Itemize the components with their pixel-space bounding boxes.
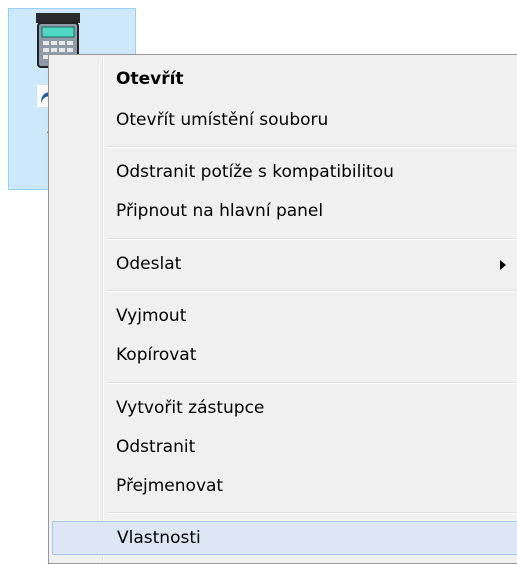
menu-item-pin-to-taskbar[interactable]: Připnout na hlavní panel bbox=[52, 195, 517, 229]
menu-item-label: Kopírovat bbox=[116, 345, 197, 365]
menu-item-label: Odstranit potíže s kompatibilitou bbox=[116, 162, 394, 182]
menu-item-open-file-location[interactable]: Otevřít umístění souboru bbox=[52, 104, 517, 138]
menu-item-label: Odeslat bbox=[116, 254, 182, 274]
menu-item-cut[interactable]: Vyjmout bbox=[52, 300, 517, 334]
menu-item-label: Vytvořit zástupce bbox=[116, 398, 265, 418]
menu-item-label: Vlastnosti bbox=[117, 528, 201, 548]
menu-separator bbox=[107, 382, 517, 384]
menu-item-properties[interactable]: Vlastnosti bbox=[52, 521, 517, 555]
menu-separator bbox=[107, 512, 517, 514]
menu-item-rename[interactable]: Přejmenovat bbox=[52, 470, 517, 504]
menu-item-label: Otevřít umístění souboru bbox=[116, 110, 329, 130]
menu-item-label: Přejmenovat bbox=[116, 476, 224, 496]
menu-item-label: Vyjmout bbox=[116, 306, 187, 326]
menu-item-troubleshoot-compatibility[interactable]: Odstranit potíže s kompatibilitou bbox=[52, 156, 517, 190]
context-menu: Otevřít Otevřít umístění souboru Odstran… bbox=[48, 54, 517, 564]
menu-item-label: Otevřít bbox=[116, 69, 184, 89]
menu-separator bbox=[107, 146, 517, 148]
submenu-arrow-icon bbox=[500, 260, 506, 270]
menu-item-open[interactable]: Otevřít bbox=[52, 63, 517, 97]
menu-item-delete[interactable]: Odstranit bbox=[52, 431, 517, 465]
menu-separator bbox=[107, 238, 517, 240]
menu-item-copy[interactable]: Kopírovat bbox=[52, 339, 517, 373]
menu-item-label: Připnout na hlavní panel bbox=[116, 201, 324, 221]
menu-item-send-to[interactable]: Odeslat bbox=[52, 248, 517, 282]
menu-separator bbox=[107, 290, 517, 292]
menu-item-create-shortcut[interactable]: Vytvořit zástupce bbox=[52, 392, 517, 426]
menu-item-label: Odstranit bbox=[116, 437, 196, 457]
